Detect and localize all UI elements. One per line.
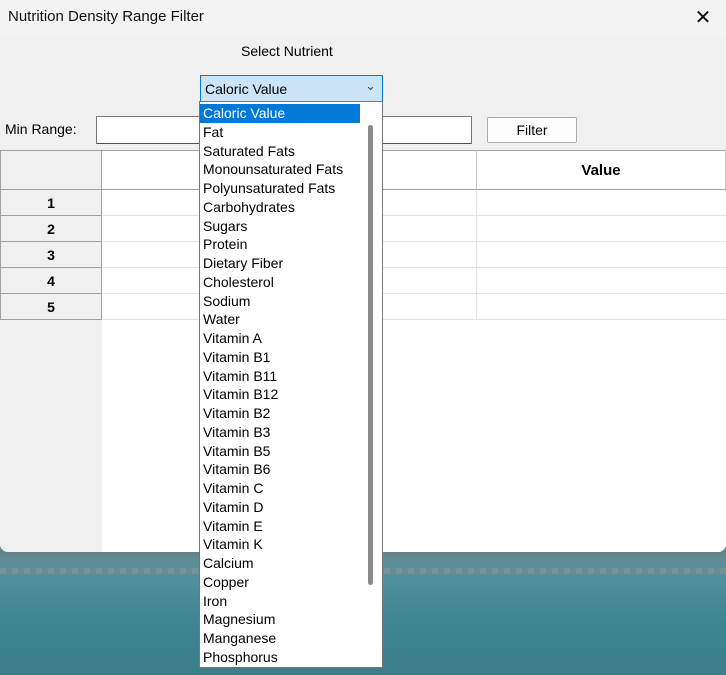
select-nutrient-label: Select Nutrient bbox=[241, 43, 333, 59]
dropdown-option[interactable]: Vitamin B6 bbox=[200, 460, 360, 479]
row-header[interactable]: 5 bbox=[0, 294, 102, 320]
column-divider bbox=[476, 190, 477, 320]
combobox-value: Caloric Value bbox=[205, 80, 288, 97]
dropdown-option[interactable]: Cholesterol bbox=[200, 273, 360, 292]
nutrient-combobox[interactable]: Caloric Value ⌄ bbox=[200, 75, 383, 102]
dropdown-option[interactable]: Polyunsaturated Fats bbox=[200, 179, 360, 198]
dropdown-option[interactable]: Vitamin D bbox=[200, 498, 360, 517]
dropdown-option[interactable]: Fat bbox=[200, 123, 360, 142]
dropdown-option[interactable]: Vitamin B1 bbox=[200, 348, 360, 367]
nutrient-dropdown-list[interactable]: Caloric Value Fat Saturated Fats Monounsatu… bbox=[199, 101, 383, 668]
dropdown-option[interactable]: Copper bbox=[200, 573, 360, 592]
title-bar: Nutrition Density Range Filter ✕ bbox=[0, 0, 726, 35]
table-row[interactable] bbox=[102, 294, 726, 320]
dropdown-option[interactable]: Vitamin B3 bbox=[200, 423, 360, 442]
dropdown-option[interactable]: Vitamin B12 bbox=[200, 385, 360, 404]
dropdown-option[interactable]: Phosphorus bbox=[200, 648, 360, 667]
table-row[interactable] bbox=[102, 268, 726, 294]
dropdown-option[interactable]: Dietary Fiber bbox=[200, 254, 360, 273]
dropdown-scrollbar[interactable] bbox=[368, 125, 373, 585]
dropdown-option[interactable]: Monounsaturated Fats bbox=[200, 160, 360, 179]
row-header[interactable]: 4 bbox=[0, 268, 102, 294]
row-header[interactable]: 2 bbox=[0, 216, 102, 242]
dropdown-option[interactable]: Calcium bbox=[200, 554, 360, 573]
row-header[interactable]: 1 bbox=[0, 190, 102, 216]
row-header[interactable]: 3 bbox=[0, 242, 102, 268]
dropdown-option[interactable]: Vitamin K bbox=[200, 535, 360, 554]
dropdown-option[interactable]: Water bbox=[200, 310, 360, 329]
dropdown-option[interactable]: Magnesium bbox=[200, 610, 360, 629]
table-row[interactable] bbox=[102, 216, 726, 242]
dropdown-option[interactable]: Manganese bbox=[200, 629, 360, 648]
dropdown-option[interactable]: Carbohydrates bbox=[200, 198, 360, 217]
dropdown-option[interactable]: Sodium bbox=[200, 292, 360, 311]
option-list: Caloric Value Fat Saturated Fats Monounsatu… bbox=[200, 102, 382, 667]
column-header-value[interactable]: Value bbox=[476, 150, 726, 190]
dropdown-option[interactable]: Caloric Value bbox=[200, 104, 360, 123]
close-icon: ✕ bbox=[694, 7, 712, 29]
dropdown-option[interactable]: Vitamin B5 bbox=[200, 442, 360, 461]
chevron-down-icon[interactable]: ⌄ bbox=[365, 78, 376, 94]
table-row[interactable] bbox=[102, 190, 726, 216]
dropdown-option[interactable]: Protein bbox=[200, 235, 360, 254]
dropdown-option[interactable]: Vitamin A bbox=[200, 329, 360, 348]
filter-button[interactable]: Filter bbox=[487, 117, 577, 143]
window-title: Nutrition Density Range Filter bbox=[8, 8, 204, 25]
grid-corner-header bbox=[0, 150, 102, 190]
dropdown-option[interactable]: Vitamin C bbox=[200, 479, 360, 498]
dropdown-option[interactable]: Vitamin E bbox=[200, 517, 360, 536]
dropdown-option[interactable]: Sugars bbox=[200, 217, 360, 236]
dropdown-option[interactable]: Saturated Fats bbox=[200, 142, 360, 161]
dropdown-option[interactable]: Vitamin B11 bbox=[200, 367, 360, 386]
dropdown-option[interactable]: Iron bbox=[200, 592, 360, 611]
min-range-label: Min Range: bbox=[5, 121, 77, 137]
close-button[interactable]: ✕ bbox=[680, 0, 726, 35]
dropdown-option[interactable]: Vitamin B2 bbox=[200, 404, 360, 423]
table-row[interactable] bbox=[102, 242, 726, 268]
